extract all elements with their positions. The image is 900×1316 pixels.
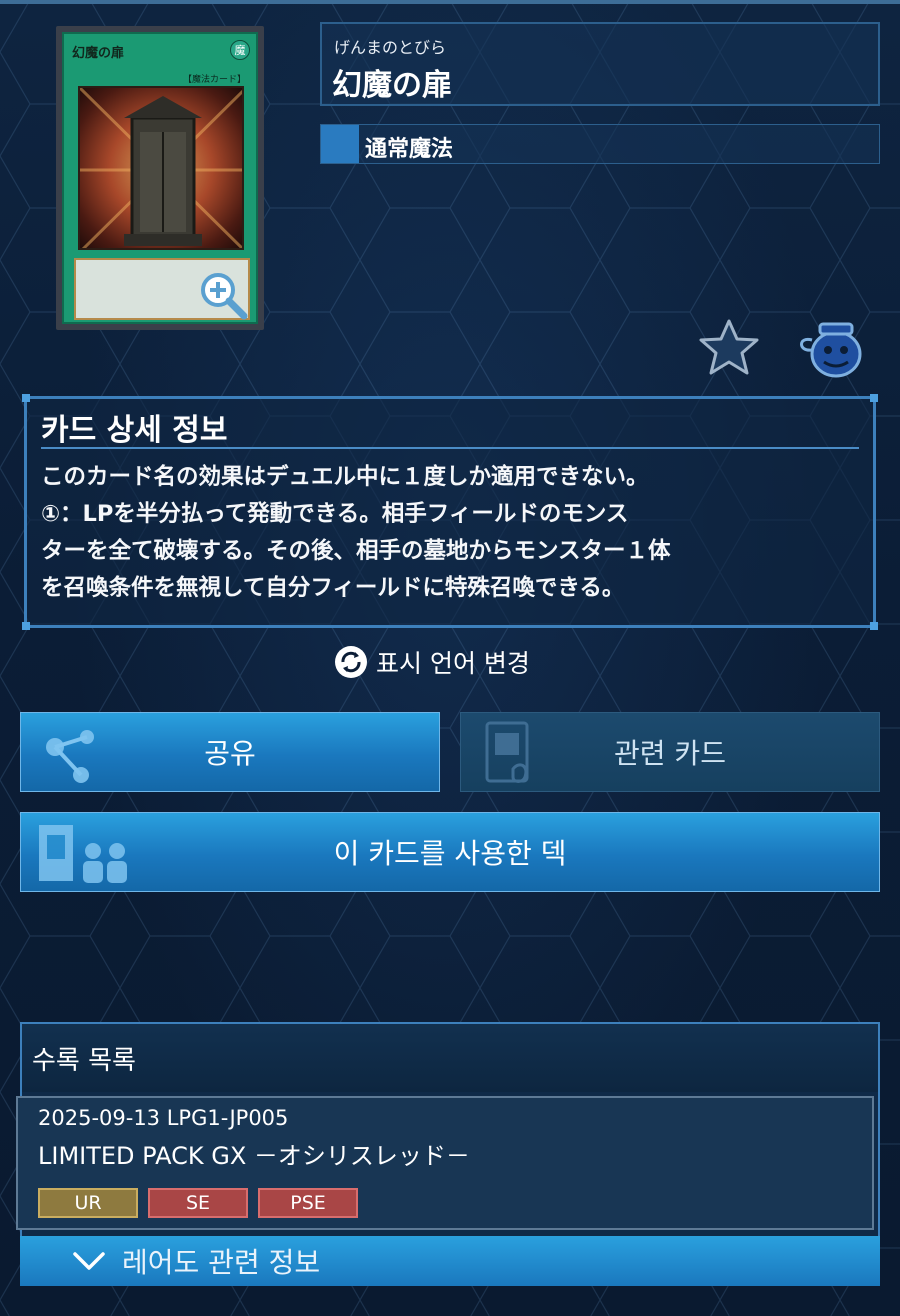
card-effect-text: このカード名の効果はデュエル中に１度しか適用できない。 ①：LPを半分払って発動… bbox=[41, 464, 671, 601]
card-type: 通常魔法 bbox=[365, 137, 454, 162]
card-title-box: げんまのとびら 幻魔の扉 bbox=[320, 22, 880, 106]
card-reading: げんまのとびら bbox=[334, 38, 447, 57]
language-toggle[interactable]: 표시 언어 변경 bbox=[334, 644, 530, 680]
card-name: 幻魔の扉 bbox=[332, 68, 452, 103]
card-artwork bbox=[78, 86, 244, 250]
panel-corner bbox=[870, 622, 878, 630]
top-divider bbox=[0, 0, 900, 4]
card-attribute-icon: 魔 bbox=[230, 40, 250, 60]
card-detail-panel: 카드 상세 정보 このカード名の効果はデュエル中に１度しか適用できない。 ①：L… bbox=[22, 394, 878, 630]
release-list-title: 수록 목록 bbox=[32, 1046, 136, 1076]
panel-corner bbox=[22, 622, 30, 630]
share-icon bbox=[46, 730, 94, 783]
star-icon[interactable] bbox=[698, 318, 760, 376]
rarity-badge-ur: UR bbox=[38, 1188, 138, 1218]
zoom-icon[interactable] bbox=[198, 270, 250, 322]
release-list-header: 수록 목록 bbox=[22, 1024, 878, 1092]
share-button-label: 공유 bbox=[204, 737, 256, 770]
detail-heading: 카드 상세 정보 bbox=[41, 413, 228, 448]
decks-button-label: 이 카드를 사용한 덱 bbox=[333, 837, 567, 870]
refresh-icon bbox=[335, 646, 367, 678]
share-button[interactable]: 공유 bbox=[20, 712, 440, 792]
rarity-info-toggle[interactable]: 레어도 관련 정보 bbox=[20, 1236, 880, 1286]
rarity-badge-pse: PSE bbox=[258, 1188, 358, 1218]
detail-divider bbox=[41, 447, 859, 449]
panel-corner bbox=[22, 394, 30, 402]
card-frame: 幻魔の扉 魔 【魔法カード】 bbox=[62, 32, 258, 324]
card-image[interactable]: 幻魔の扉 魔 【魔法カード】 bbox=[56, 26, 264, 330]
pot-icon[interactable] bbox=[794, 318, 866, 380]
language-toggle-label: 표시 언어 변경 bbox=[376, 649, 530, 678]
chevron-down-icon bbox=[73, 1252, 105, 1270]
card-image-type: 【魔法カード】 bbox=[182, 75, 246, 85]
rarity-badge-se: SE bbox=[148, 1188, 248, 1218]
decks-using-card-button[interactable]: 이 카드를 사용한 덱 bbox=[20, 812, 880, 892]
deck-icon bbox=[39, 825, 127, 883]
type-color-swatch bbox=[321, 125, 359, 163]
release-pack-name: LIMITED PACK GX －オシリスレッド－ bbox=[38, 1142, 470, 1170]
related-card-icon bbox=[485, 721, 529, 783]
release-date-code: 2025-09-13 LPG1-JP005 bbox=[38, 1106, 289, 1130]
panel-corner bbox=[870, 394, 878, 402]
related-cards-button[interactable]: 관련 카드 bbox=[460, 712, 880, 792]
card-image-name: 幻魔の扉 bbox=[72, 46, 125, 61]
related-cards-label: 관련 카드 bbox=[614, 737, 726, 770]
rarity-info-label: 레어도 관련 정보 bbox=[122, 1246, 321, 1279]
card-type-box: 通常魔法 bbox=[320, 124, 880, 164]
